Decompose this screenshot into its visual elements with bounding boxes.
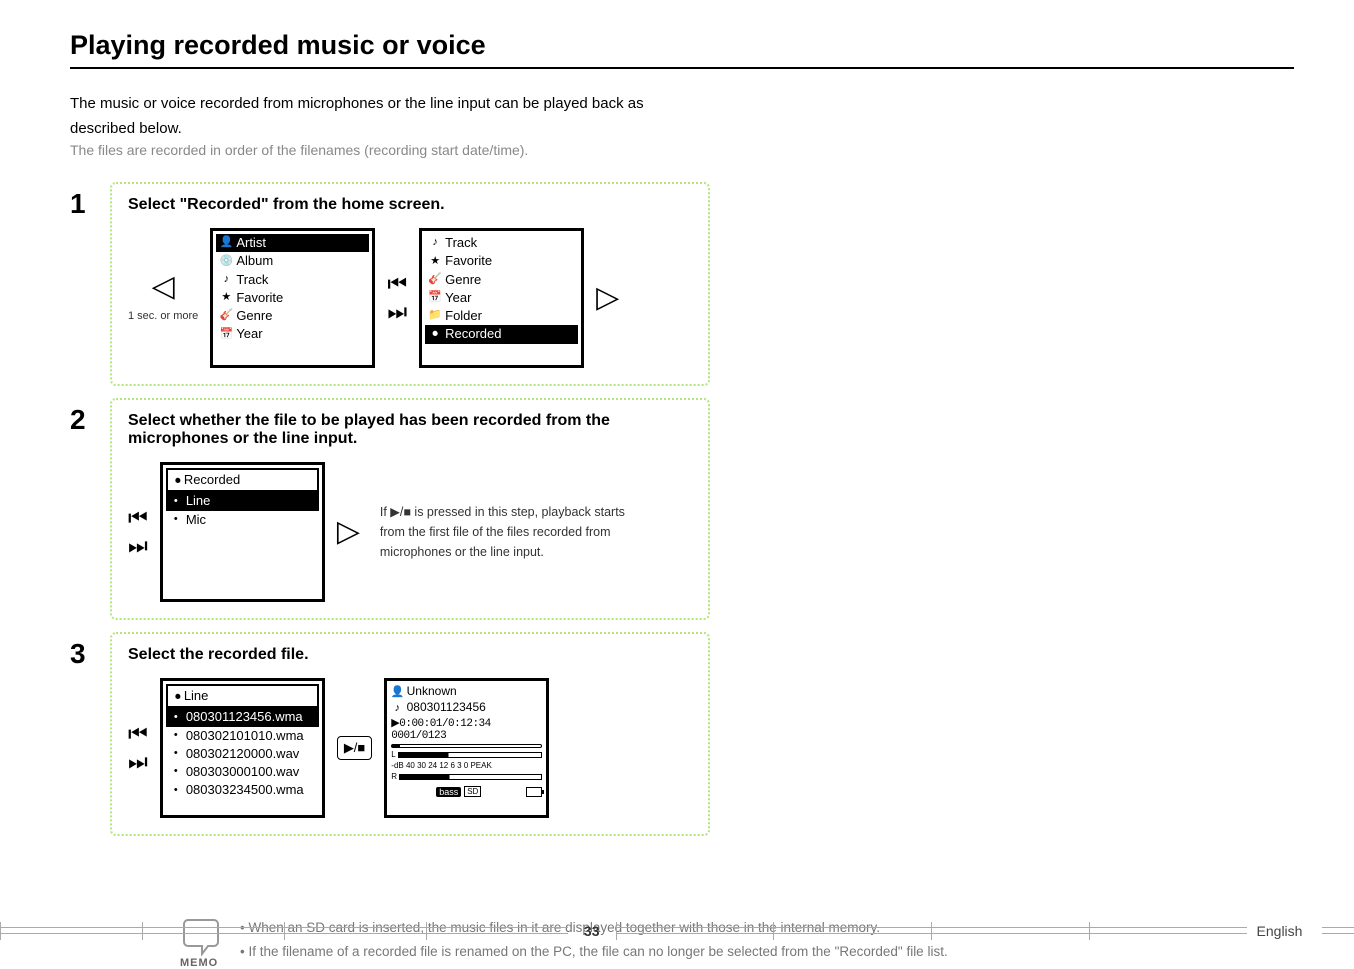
prev-icon: ⏮ — [128, 723, 148, 745]
step-2-note: If ▶/■ is pressed in this step, playback… — [380, 502, 625, 562]
intro-line-1: The music or voice recorded from microph… — [70, 93, 1294, 116]
dot-icon: • — [170, 495, 182, 507]
recorded-icon: ⏺ — [172, 476, 184, 488]
step-1-number: 1 — [70, 188, 110, 220]
home-screen-right: ♪ Track ★ Favorite 🎸 Genre 📅 Year 📁 Folder ⏺ R… — [419, 228, 584, 368]
dot-icon: • — [170, 711, 182, 723]
meter-label-l: L — [391, 750, 395, 759]
artist-icon: 👤 — [220, 237, 232, 249]
next-icon: ⏭ — [387, 301, 407, 323]
menu-favorite-r: Favorite — [445, 253, 492, 269]
menu-folder-r: Folder — [445, 308, 482, 324]
file-3: 080302120000.wav — [186, 746, 300, 762]
title-rule — [70, 67, 1294, 69]
page-footer: 33 English — [0, 922, 1354, 940]
menu-genre-r: Genre — [445, 272, 481, 288]
track-icon: ♪ — [391, 702, 403, 714]
album-icon: 💿 — [220, 255, 232, 267]
next-icon: ⏭ — [128, 535, 148, 557]
year-icon: 📅 — [220, 328, 232, 340]
right-arrow-icon: ▷ — [596, 283, 619, 313]
step-1-title: Select "Recorded" from the home screen. — [128, 196, 692, 214]
file-5: 080303234500.wma — [186, 782, 304, 798]
intro-line-2: described below. — [70, 118, 1294, 141]
recorded-icon: ⏺ — [172, 692, 184, 704]
file-4: 080303000100.wav — [186, 764, 300, 780]
memo-item-2: If the filename of a recorded file is re… — [240, 940, 948, 964]
playback-screen: 👤 Unknown ♪ 080301123456 ▶0:00:01/0:12:3… — [384, 678, 549, 818]
recorded-icon: ⏺ — [429, 328, 441, 340]
battery-icon — [526, 787, 542, 797]
step-3-box: Select the recorded file. ⏮ ⏭ ⏺Line • 080… — [110, 632, 710, 836]
right-arrow-icon: ▷ — [337, 517, 360, 547]
folder-icon: 📁 — [429, 310, 441, 322]
home-screen-left: 👤 Artist 💿 Album ♪ Track ★ Favorite 🎸 Genre 📅… — [210, 228, 375, 368]
source-line: Line — [186, 493, 211, 509]
next-icon: ⏭ — [128, 751, 148, 773]
line-header: Line — [184, 688, 209, 703]
step-3-number: 3 — [70, 638, 110, 670]
playback-track: 080301123456 — [407, 700, 486, 714]
menu-artist: Artist — [236, 235, 266, 251]
left-arrow-icon: ◁ — [152, 272, 175, 302]
page-title: Playing recorded music or voice — [70, 30, 1294, 61]
prev-icon: ⏮ — [128, 507, 148, 529]
page-number: 33 — [568, 923, 616, 939]
genre-icon: 🎸 — [429, 274, 441, 286]
hold-duration-caption: 1 sec. or more — [128, 310, 198, 323]
playback-artist: Unknown — [407, 684, 457, 698]
favorite-icon: ★ — [220, 292, 232, 304]
dot-icon: • — [170, 784, 182, 796]
step-2-title: Select whether the file to be played has… — [128, 412, 692, 448]
track-icon: ♪ — [429, 237, 441, 249]
menu-favorite: Favorite — [236, 290, 283, 306]
db-scale: -dB 40 30 24 12 6 3 0 PEAK — [391, 761, 542, 770]
playback-time: ▶0:00:01/0:12:34 0001/0123 — [391, 716, 542, 742]
step-2-box: Select whether the file to be played has… — [110, 398, 710, 620]
prev-icon: ⏮ — [387, 273, 407, 295]
bass-badge: bass — [436, 787, 461, 797]
file-1: 080301123456.wma — [186, 709, 303, 725]
menu-genre: Genre — [236, 308, 272, 324]
genre-icon: 🎸 — [220, 310, 232, 322]
artist-icon: 👤 — [391, 686, 403, 698]
menu-track: Track — [236, 272, 268, 288]
favorite-icon: ★ — [429, 255, 441, 267]
source-mic: Mic — [186, 512, 206, 528]
year-icon: 📅 — [429, 292, 441, 304]
note-line-2: from the first file of the files recorde… — [380, 522, 625, 542]
progress-fill — [392, 745, 399, 747]
level-meter-l — [398, 752, 543, 758]
dot-icon: • — [170, 766, 182, 778]
recorded-source-screen: ⏺Recorded • Line • Mic — [160, 462, 325, 602]
track-icon: ♪ — [220, 274, 232, 286]
play-stop-button-icon: ▶/■ — [337, 736, 372, 760]
dot-icon: • — [170, 514, 182, 526]
menu-track-r: Track — [445, 235, 477, 251]
dot-icon: • — [170, 748, 182, 760]
intro-subtext: The files are recorded in order of the f… — [70, 142, 1294, 158]
menu-year-r: Year — [445, 290, 471, 306]
meter-label-r: R — [391, 772, 397, 781]
menu-recorded-r: Recorded — [445, 326, 501, 342]
menu-year: Year — [236, 326, 262, 342]
sd-badge: SD — [464, 786, 481, 797]
step-2-number: 2 — [70, 404, 110, 436]
step-3-title: Select the recorded file. — [128, 646, 692, 664]
file-2: 080302101010.wma — [186, 728, 304, 744]
level-meter-r — [399, 774, 542, 780]
menu-album: Album — [236, 253, 273, 269]
dot-icon: • — [170, 730, 182, 742]
step-1-box: Select "Recorded" from the home screen. … — [110, 182, 710, 386]
note-line-1: If ▶/■ is pressed in this step, playback… — [380, 502, 625, 522]
note-line-3: microphones or the line input. — [380, 542, 625, 562]
recorded-header: Recorded — [184, 472, 240, 487]
file-list-screen: ⏺Line • 080301123456.wma • 080302101010.wm… — [160, 678, 325, 818]
language-label: English — [1247, 923, 1323, 939]
memo-label: MEMO — [180, 957, 226, 969]
